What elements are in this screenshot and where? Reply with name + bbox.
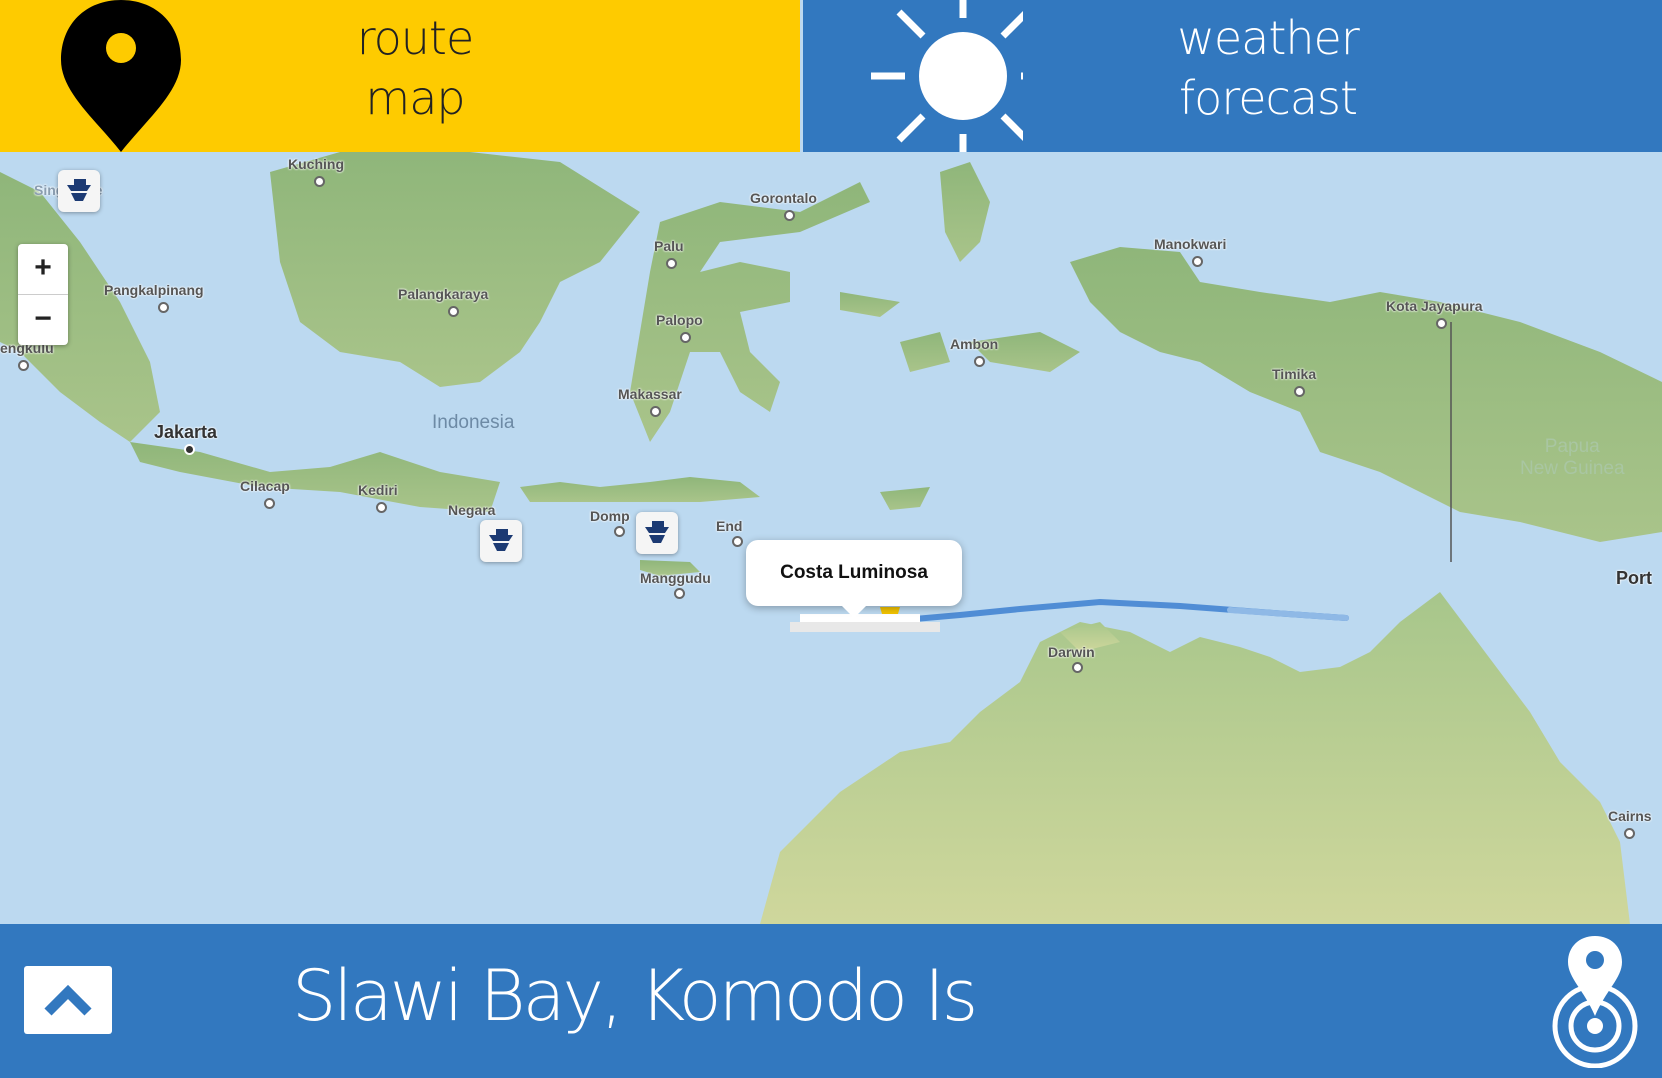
port-marker-singapore[interactable] bbox=[58, 170, 100, 212]
city-timika-dot bbox=[1294, 386, 1305, 397]
ship-popup-label: Costa Luminosa bbox=[780, 562, 928, 583]
city-jakarta-dot bbox=[184, 444, 195, 455]
city-dompu-dot bbox=[614, 526, 625, 537]
city-ende: End bbox=[716, 518, 743, 534]
ship-popup[interactable]: Costa Luminosa bbox=[746, 540, 962, 618]
ship-icon bbox=[67, 179, 91, 201]
port-marker-bali[interactable] bbox=[480, 520, 522, 562]
city-ambon: Ambon bbox=[950, 336, 999, 352]
location-bar: Slawi Bay, Komodo Is bbox=[0, 924, 1662, 1078]
city-palangkaraya: Palangkaraya bbox=[398, 286, 489, 302]
city-kuching-dot bbox=[314, 176, 325, 187]
current-location-name: Slawi Bay, Komodo Is bbox=[292, 955, 978, 1037]
map-terrain bbox=[0, 152, 1662, 924]
city-darwin: Darwin bbox=[1048, 644, 1095, 660]
city-kediri: Kediri bbox=[358, 482, 398, 498]
zoom-out-button[interactable]: − bbox=[18, 295, 68, 345]
city-palu: Palu bbox=[654, 238, 684, 254]
region-papua-new-guinea: Papua New Guinea bbox=[1520, 436, 1625, 480]
city-makassar-dot bbox=[650, 406, 661, 417]
city-port: Port bbox=[1616, 568, 1652, 588]
city-ambon-dot bbox=[974, 356, 985, 367]
city-palangkaraya-dot bbox=[448, 306, 459, 317]
zoom-in-button[interactable]: + bbox=[18, 244, 68, 295]
city-manggudu-dot bbox=[674, 588, 685, 599]
sun-icon bbox=[871, 0, 1023, 152]
city-ende-dot bbox=[732, 536, 743, 547]
region-papua-line2: New Guinea bbox=[1520, 458, 1625, 479]
city-pangkalpinang: Pangkalpinang bbox=[104, 282, 204, 298]
tab-route-map[interactable]: route map bbox=[0, 0, 800, 152]
city-jakarta: Jakarta bbox=[154, 422, 218, 442]
city-cairns-dot bbox=[1624, 828, 1635, 839]
expand-up-button[interactable] bbox=[24, 966, 112, 1034]
city-makassar: Makassar bbox=[618, 386, 682, 402]
city-darwin-dot bbox=[1072, 662, 1083, 673]
city-gorontalo: Gorontalo bbox=[750, 190, 817, 206]
city-cilacap-dot bbox=[264, 498, 275, 509]
chevron-up-icon bbox=[44, 984, 92, 1016]
city-palu-dot bbox=[666, 258, 677, 269]
city-manokwari-dot bbox=[1192, 256, 1203, 267]
city-bengkulu-dot bbox=[18, 360, 29, 371]
city-cairns: Cairns bbox=[1608, 808, 1652, 824]
city-dompu: Domp bbox=[590, 508, 630, 524]
route-map[interactable]: Indonesia Papua New Guinea Kuching Singa… bbox=[0, 152, 1662, 924]
tab-weather-forecast-label: weather forecast bbox=[1177, 11, 1360, 125]
locate-icon[interactable] bbox=[1540, 934, 1650, 1068]
city-pangkalpinang-dot bbox=[158, 302, 169, 313]
map-pin-icon bbox=[61, 0, 181, 152]
tab-weather-forecast[interactable]: weather forecast bbox=[803, 0, 1662, 152]
city-kuching: Kuching bbox=[288, 156, 344, 172]
city-palopo-dot bbox=[680, 332, 691, 343]
port-marker-lombok[interactable] bbox=[636, 512, 678, 554]
region-papua-line1: Papua bbox=[1544, 436, 1600, 457]
city-kota-jayapura: Kota Jayapura bbox=[1386, 298, 1483, 314]
ship-icon bbox=[489, 529, 513, 551]
city-manggudu: Manggudu bbox=[640, 570, 711, 586]
tab-route-map-label: route map bbox=[356, 11, 475, 125]
city-kota-jayapura-dot bbox=[1436, 318, 1447, 329]
city-kediri-dot bbox=[376, 502, 387, 513]
city-cilacap: Cilacap bbox=[240, 478, 290, 494]
city-palopo: Palopo bbox=[656, 312, 703, 328]
city-manokwari: Manokwari bbox=[1154, 236, 1227, 252]
city-gorontalo-dot bbox=[784, 210, 795, 221]
zoom-control: + − bbox=[18, 244, 68, 345]
region-indonesia: Indonesia bbox=[432, 412, 515, 433]
city-timika: Timika bbox=[1272, 366, 1317, 382]
city-negara: Negara bbox=[448, 502, 496, 518]
ship-icon bbox=[645, 521, 669, 543]
